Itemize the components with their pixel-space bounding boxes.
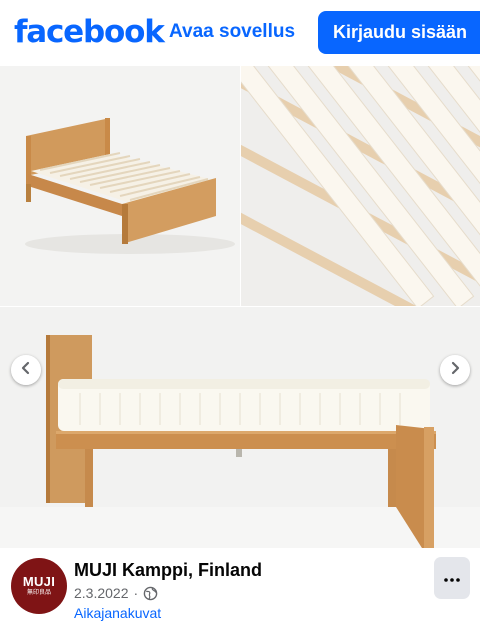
previous-photo-button[interactable] — [11, 355, 41, 385]
more-options-button[interactable] — [434, 557, 470, 599]
meta-separator: · — [133, 585, 139, 601]
chevron-right-icon — [449, 361, 461, 380]
facebook-logo[interactable]: facebook — [14, 10, 165, 54]
open-app-link[interactable]: Avaa sovellus — [169, 18, 295, 46]
avatar[interactable]: MUJI 無印良品 — [11, 558, 67, 614]
post-meta: 2.3.2022 · — [74, 583, 158, 603]
avatar-sub-text: 無印良品 — [26, 590, 51, 596]
page-name-link[interactable]: MUJI Kamppi, Finland — [74, 559, 262, 581]
top-bar: facebook Avaa sovellus Kirjaudu sisään — [0, 0, 480, 66]
chevron-left-icon — [20, 361, 32, 380]
avatar-brand-text: MUJI — [22, 574, 56, 589]
photo-bed-with-mattress[interactable] — [0, 307, 480, 548]
photo-gallery — [0, 66, 480, 548]
photo-slats-closeup[interactable] — [241, 66, 480, 306]
album-link[interactable]: Aikajanakuvat — [74, 603, 161, 623]
login-button[interactable]: Kirjaudu sisään — [318, 11, 480, 54]
next-photo-button[interactable] — [440, 355, 470, 385]
globe-icon — [143, 586, 158, 601]
ellipsis-icon — [444, 569, 460, 587]
post-header: MUJI 無印良品 MUJI Kamppi, Finland 2.3.2022 … — [0, 548, 480, 644]
photo-bed-frame[interactable] — [0, 66, 240, 306]
post-date[interactable]: 2.3.2022 — [74, 583, 129, 603]
